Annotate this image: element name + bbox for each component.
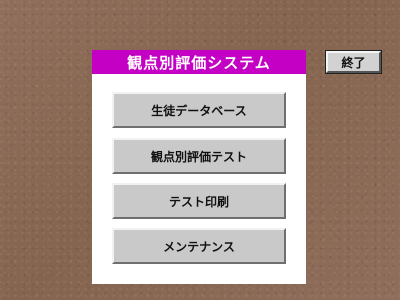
test-print-button[interactable]: テスト印刷 xyxy=(112,183,286,219)
exit-button[interactable]: 終了 xyxy=(325,50,382,74)
student-database-button[interactable]: 生徒データベース xyxy=(112,92,286,128)
main-menu-panel: 観点別評価システム 生徒データベース 観点別評価テスト テスト印刷 メンテナンス xyxy=(92,50,306,284)
app-title: 観点別評価システム xyxy=(92,50,306,74)
viewpoint-evaluation-test-button[interactable]: 観点別評価テスト xyxy=(112,138,286,174)
maintenance-button[interactable]: メンテナンス xyxy=(112,228,286,264)
